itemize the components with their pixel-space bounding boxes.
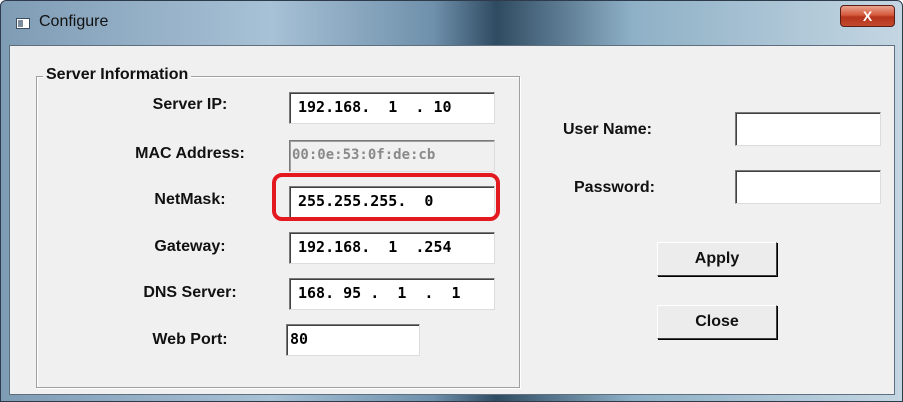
window-close-button[interactable]: X xyxy=(840,5,895,27)
password-field[interactable] xyxy=(735,170,881,204)
configure-window: Configure X Server Information Server IP… xyxy=(0,0,903,402)
window-title: Configure xyxy=(39,13,109,30)
dns-server-field[interactable]: 168. 95 . 1 . 1 xyxy=(289,278,495,310)
mac-address-field: 00:0e:53:0f:de:cb xyxy=(289,140,495,172)
gateway-field[interactable]: 192.168. 1 .254 xyxy=(289,232,495,264)
dns-server-label: DNS Server: xyxy=(143,284,237,301)
window-icon xyxy=(16,18,30,29)
close-button[interactable]: Close xyxy=(657,305,777,339)
user-name-label: User Name: xyxy=(563,121,652,138)
server-ip-label: Server IP: xyxy=(152,96,228,113)
password-label: Password: xyxy=(574,179,655,196)
title-bar[interactable]: Configure X xyxy=(1,1,902,45)
user-name-field[interactable] xyxy=(735,112,881,146)
web-port-field[interactable]: 80 xyxy=(286,324,420,356)
mac-address-label: MAC Address: xyxy=(135,145,245,162)
gateway-highlight-annotation xyxy=(272,173,500,221)
gateway-label: Gateway: xyxy=(154,238,226,255)
apply-button[interactable]: Apply xyxy=(657,242,777,276)
netmask-label: NetMask: xyxy=(154,191,226,208)
server-ip-field[interactable]: 192.168. 1 . 10 xyxy=(289,92,495,124)
web-port-label: Web Port: xyxy=(152,331,228,348)
group-title: Server Information xyxy=(43,66,192,84)
